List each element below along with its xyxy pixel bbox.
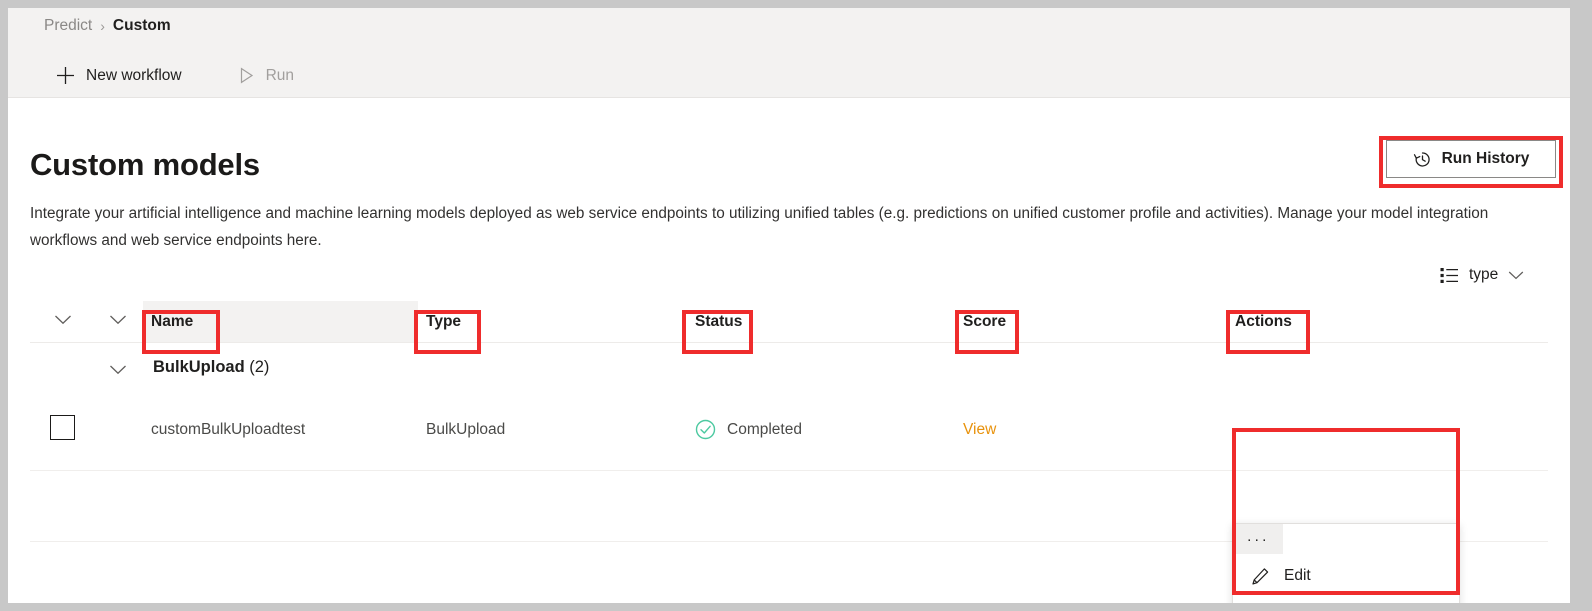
page-description: Integrate your artificial intelligence a… xyxy=(30,200,1510,254)
run-history-label: Run History xyxy=(1442,150,1530,168)
row-select-checkbox[interactable] xyxy=(50,415,75,440)
table-header-row: Name Type Status Score Actions xyxy=(30,301,1548,343)
models-table: Name Type Status Score Actions xyxy=(30,301,1548,458)
group-list-icon xyxy=(1440,267,1459,284)
cell-type-text: BulkUpload xyxy=(426,421,505,439)
row-actions-menu-container: ··· Edit xyxy=(1232,523,1460,603)
breadcrumb-separator-icon: › xyxy=(100,18,105,34)
row-separator xyxy=(30,470,1548,471)
run-button[interactable]: Run xyxy=(226,61,306,91)
new-workflow-button[interactable]: New workflow xyxy=(44,60,194,91)
group-by-label: type xyxy=(1469,266,1498,284)
expand-all-chevron-icon[interactable] xyxy=(54,314,74,330)
cell-type: BulkUpload xyxy=(418,401,681,458)
column-header-actions-label: Actions xyxy=(1235,313,1292,331)
menu-item-edit-label: Edit xyxy=(1284,567,1311,585)
column-header-actions[interactable]: Actions xyxy=(1227,301,1477,342)
menu-item-delete[interactable]: Delete xyxy=(1233,598,1459,603)
status-badge: Completed xyxy=(727,421,802,439)
page-content: Custom models Integrate your artificial … xyxy=(8,99,1570,603)
column-header-score-label: Score xyxy=(963,313,1006,331)
row-actions-menu: ··· Edit xyxy=(1232,523,1460,603)
column-header-name-label: Name xyxy=(151,313,193,331)
breadcrumb-item-predict[interactable]: Predict xyxy=(44,17,92,35)
top-chrome: Predict › Custom New workflow Run xyxy=(8,8,1570,98)
cell-name-text: customBulkUploadtest xyxy=(151,421,305,439)
app-window: Predict › Custom New workflow Run xyxy=(8,8,1570,603)
menu-item-edit[interactable]: Edit xyxy=(1233,554,1459,598)
cell-status: Completed xyxy=(687,401,949,458)
run-history-button[interactable]: Run History xyxy=(1386,140,1556,178)
column-header-type[interactable]: Type xyxy=(418,301,681,342)
view-score-link[interactable]: View xyxy=(963,421,996,439)
group-row-title: BulkUpload (2) xyxy=(153,358,269,377)
cell-score: View xyxy=(955,401,1227,458)
pencil-icon xyxy=(1250,567,1270,586)
plus-icon xyxy=(56,66,75,85)
status-completed-icon xyxy=(695,419,716,440)
play-icon xyxy=(238,67,255,84)
run-label: Run xyxy=(266,67,294,85)
run-history-container: Run History xyxy=(1386,140,1556,178)
history-icon xyxy=(1413,150,1432,169)
column-header-status-label: Status xyxy=(695,313,742,331)
page-title: Custom models xyxy=(30,147,260,183)
breadcrumb-item-custom[interactable]: Custom xyxy=(113,17,171,35)
new-workflow-label: New workflow xyxy=(86,67,182,85)
more-actions-button[interactable]: ··· xyxy=(1233,524,1283,554)
row-actions-menu-header: ··· xyxy=(1233,524,1459,554)
group-row-name: BulkUpload xyxy=(153,358,245,376)
column-header-name[interactable]: Name xyxy=(143,301,418,342)
group-expand-chevron-icon[interactable] xyxy=(109,314,129,330)
group-row-count: (2) xyxy=(249,358,269,376)
group-collapse-chevron-icon[interactable] xyxy=(109,364,129,380)
column-header-score[interactable]: Score xyxy=(955,301,1227,342)
breadcrumb: Predict › Custom xyxy=(44,17,171,35)
column-header-status[interactable]: Status xyxy=(687,301,949,342)
table-group-row[interactable]: BulkUpload (2) xyxy=(30,343,1548,401)
group-by-control[interactable]: type xyxy=(1440,266,1524,284)
chevron-down-icon xyxy=(1508,270,1524,281)
cell-name: customBulkUploadtest xyxy=(143,401,418,458)
command-bar: New workflow Run xyxy=(44,60,306,91)
column-header-type-label: Type xyxy=(426,313,461,331)
table-row[interactable]: customBulkUploadtest BulkUpload Complet xyxy=(30,401,1548,458)
